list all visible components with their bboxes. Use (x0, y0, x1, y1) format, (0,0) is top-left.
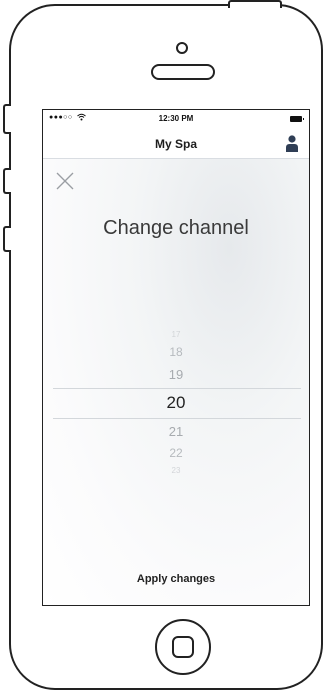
close-icon[interactable] (55, 171, 75, 191)
picker-item[interactable]: 21 (43, 424, 309, 439)
apply-changes-button[interactable]: Apply changes (43, 573, 309, 585)
home-button-square (172, 636, 194, 658)
home-button[interactable] (155, 619, 211, 675)
page-title: My Spa (154, 137, 197, 151)
modal-title: Change channel (103, 217, 249, 239)
phone-frame: ●●●○○ 12:30 PM My Spa Change channel 17 … (9, 4, 323, 690)
picker-item[interactable]: 19 (43, 367, 309, 382)
picker-item[interactable]: 23 (43, 466, 309, 475)
mute-switch (3, 104, 11, 134)
battery-icon (290, 116, 304, 122)
profile-icon[interactable] (285, 135, 299, 153)
picker-selected-item[interactable]: 20 (43, 393, 309, 413)
volume-down-button (3, 226, 11, 252)
power-button (228, 0, 282, 8)
status-bar: ●●●○○ 12:30 PM (43, 110, 309, 130)
navigation-bar: My Spa (43, 130, 309, 159)
picker-selection-top-line (53, 388, 301, 389)
picker-item[interactable]: 17 (43, 330, 309, 339)
device-screen: ●●●○○ 12:30 PM My Spa Change channel 17 … (42, 109, 310, 606)
picker-item[interactable]: 22 (43, 446, 309, 460)
front-camera (176, 42, 188, 54)
picker-selection-bottom-line (53, 418, 301, 419)
change-channel-modal: Change channel 17 18 19 20 21 22 23 Appl… (43, 159, 309, 605)
volume-up-button (3, 168, 11, 194)
channel-picker[interactable]: 17 18 19 20 21 22 23 (43, 329, 309, 489)
picker-item[interactable]: 18 (43, 345, 309, 359)
earpiece-speaker (151, 64, 215, 80)
status-time: 12:30 PM (158, 114, 194, 123)
